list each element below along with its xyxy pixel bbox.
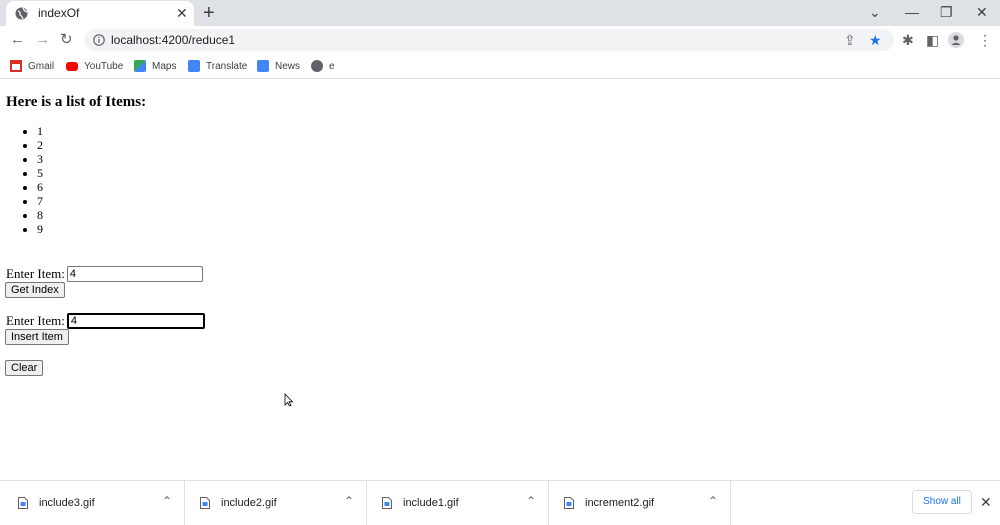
bookmark-label: e: [329, 60, 335, 72]
get-index-form: Enter Item:: [6, 265, 203, 283]
browser-toolbar: ← → ↻ localhost:4200/reduce1 ⇪ ★ ✱ ◧ ⋮: [0, 26, 1000, 54]
insert-item-button[interactable]: Insert Item: [5, 329, 69, 345]
share-icon[interactable]: ⇪: [844, 32, 856, 48]
clear-button[interactable]: Clear: [5, 360, 44, 376]
back-arrow-icon[interactable]: ←: [10, 31, 25, 49]
download-item[interactable]: include1.gif ⌃: [366, 481, 549, 525]
enter-item-label: Enter Item:: [6, 266, 65, 281]
download-item[interactable]: include2.gif ⌃: [184, 481, 367, 525]
get-index-input[interactable]: [66, 266, 203, 283]
download-filename: include2.gif: [221, 497, 277, 509]
bookmark-label: Translate: [206, 60, 248, 72]
restore-icon[interactable]: ❐: [940, 3, 953, 21]
items-list: 1 2 3 5 6 7 8 9: [0, 124, 43, 236]
bookmark-star-icon[interactable]: ★: [869, 32, 882, 48]
forward-arrow-icon[interactable]: →: [35, 31, 50, 49]
list-item: 2: [37, 138, 43, 152]
bookmark-label: Maps: [152, 60, 177, 72]
reload-icon[interactable]: ↻: [60, 31, 73, 49]
bookmarks-bar: Gmail YouTube Maps Translate News e: [0, 54, 1000, 79]
insert-item-form: Enter Item:: [6, 312, 205, 330]
list-item: 8: [37, 208, 43, 222]
download-filename: increment2.gif: [585, 497, 655, 509]
browser-tab[interactable]: indexOf ✕: [6, 1, 194, 26]
youtube-icon: [66, 61, 78, 71]
download-shelf: include3.gif ⌃ include2.gif ⌃ include1.g…: [0, 480, 1000, 525]
close-shelf-icon[interactable]: ✕: [980, 494, 992, 510]
bookmark-label: News: [275, 60, 301, 72]
mouse-cursor-icon: [284, 393, 294, 407]
download-item[interactable]: increment2.gif ⌃: [548, 481, 731, 525]
list-item: 1: [37, 124, 43, 138]
chevron-up-icon[interactable]: ⌃: [344, 494, 354, 508]
file-icon: [18, 497, 28, 509]
file-icon: [564, 497, 574, 509]
bookmark-youtube[interactable]: YouTube: [66, 58, 123, 74]
tab-search-icon[interactable]: ⌄: [869, 3, 881, 21]
download-filename: include3.gif: [39, 497, 95, 509]
chevron-up-icon[interactable]: ⌃: [708, 494, 718, 508]
chevron-up-icon[interactable]: ⌃: [526, 494, 536, 508]
page-heading: Here is a list of Items:: [6, 94, 147, 110]
bookmark-translate[interactable]: Translate: [188, 58, 247, 74]
download-item[interactable]: include3.gif ⌃: [2, 481, 185, 525]
minimize-icon[interactable]: —: [905, 3, 919, 21]
list-item: 7: [37, 194, 43, 208]
page-content: Here is a list of Items: 1 2 3 5 6 7 8 9…: [0, 79, 1000, 479]
new-tab-button[interactable]: +: [203, 1, 215, 25]
bookmark-label: Gmail: [28, 60, 55, 72]
download-filename: include1.gif: [403, 497, 459, 509]
side-panel-icon[interactable]: ◧: [926, 32, 939, 48]
tab-title: indexOf: [38, 6, 80, 20]
url-text[interactable]: localhost:4200/reduce1: [111, 33, 235, 47]
news-icon: [257, 60, 269, 72]
translate-icon: [188, 60, 200, 72]
address-bar[interactable]: localhost:4200/reduce1 ⇪ ★: [84, 29, 894, 51]
show-all-button[interactable]: Show all: [912, 490, 972, 514]
menu-kebab-icon[interactable]: ⋮: [978, 32, 992, 48]
bookmark-label: YouTube: [84, 60, 124, 72]
bookmark-news[interactable]: News: [257, 58, 300, 74]
list-item: 6: [37, 180, 43, 194]
get-index-button[interactable]: Get Index: [5, 282, 65, 298]
bookmark-maps[interactable]: Maps: [134, 58, 176, 74]
tab-close-icon[interactable]: ✕: [176, 5, 188, 21]
extensions-icon[interactable]: ✱: [902, 32, 914, 48]
window-close-icon[interactable]: ✕: [976, 3, 988, 21]
enter-item-label: Enter Item:: [6, 313, 65, 328]
maps-icon: [134, 60, 146, 72]
bookmark-gmail[interactable]: Gmail: [10, 58, 54, 74]
file-icon: [200, 497, 210, 509]
profile-avatar-icon[interactable]: [948, 32, 964, 48]
info-icon[interactable]: [93, 34, 105, 46]
title-bar: indexOf ✕ + ⌄ — ❐ ✕: [0, 0, 1000, 26]
file-icon: [382, 497, 392, 509]
globe-icon: [311, 60, 323, 72]
list-item: 5: [37, 166, 43, 180]
globe-icon: [15, 7, 28, 20]
gmail-icon: [10, 60, 22, 72]
chevron-up-icon[interactable]: ⌃: [162, 494, 172, 508]
list-item: 3: [37, 152, 43, 166]
bookmark-e[interactable]: e: [311, 58, 335, 74]
list-item: 9: [37, 222, 43, 236]
insert-item-input[interactable]: [66, 313, 205, 330]
